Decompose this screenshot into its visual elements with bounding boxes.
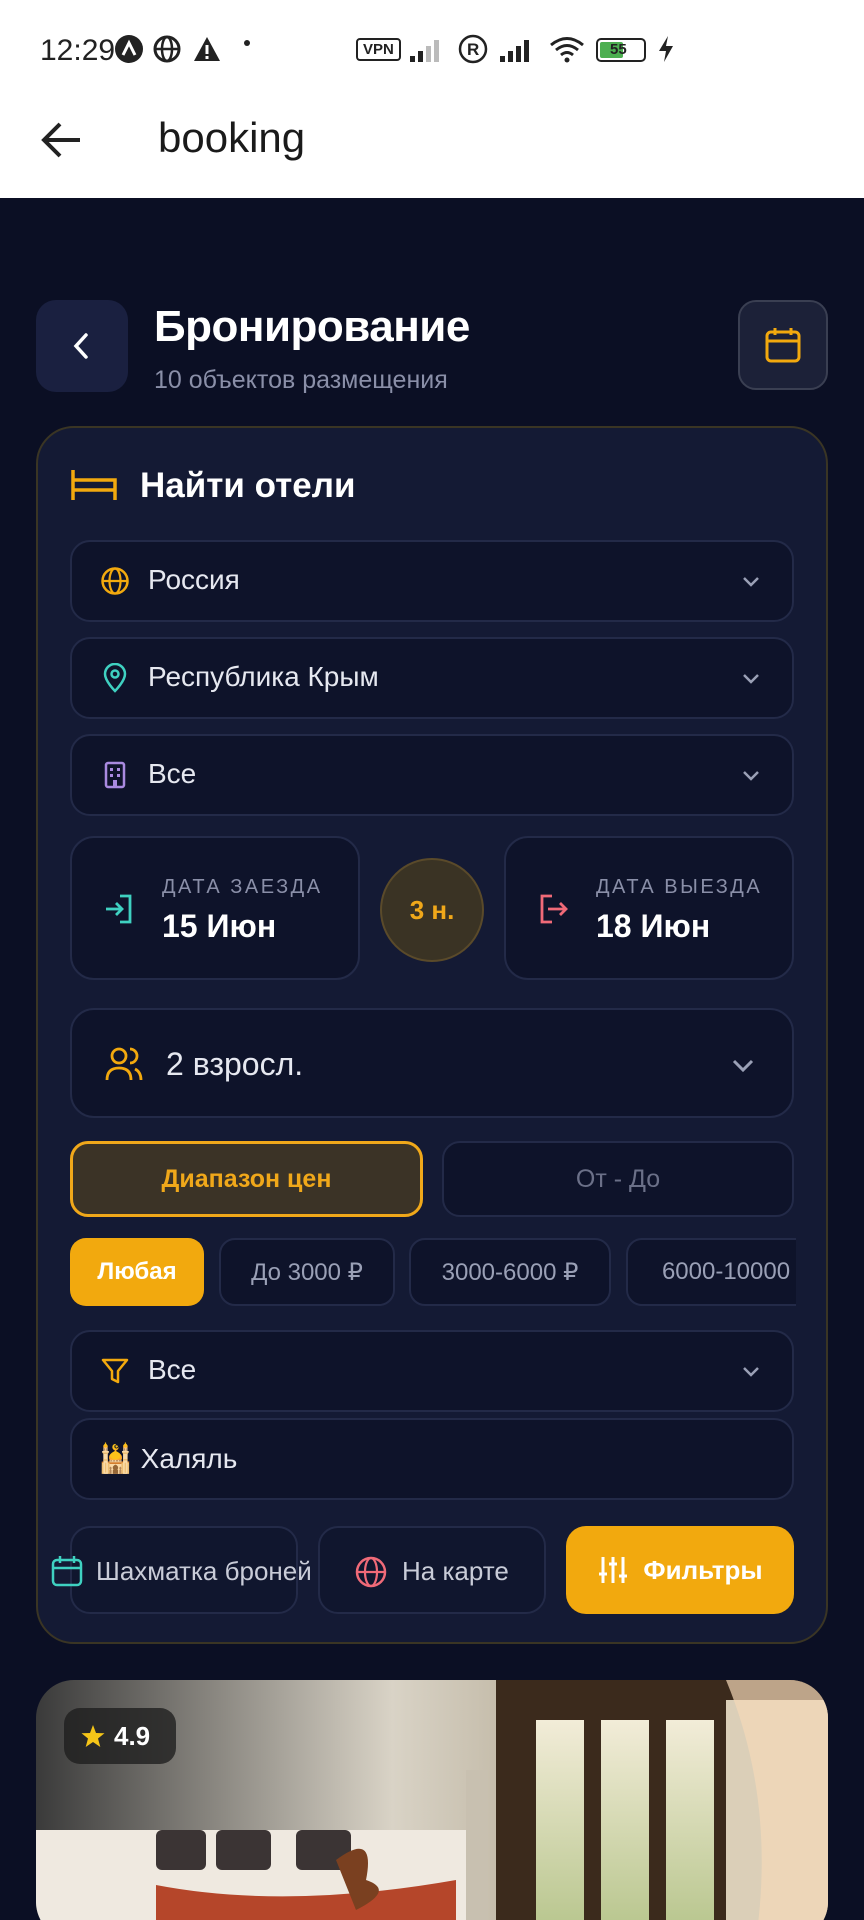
chevron-down-icon: [743, 771, 759, 781]
back-arrow-icon[interactable]: [38, 116, 86, 164]
calendar-icon: [51, 1556, 83, 1587]
property-type-select[interactable]: Все: [70, 734, 794, 816]
region-value: Республика Крым: [148, 661, 379, 692]
checkout-date[interactable]: ДАТА ВЫЕЗДА 18 Июн: [504, 836, 794, 980]
map-button[interactable]: На карте: [318, 1526, 546, 1614]
price-from-to-tab[interactable]: От - До: [442, 1141, 794, 1217]
chevron-down-icon: [743, 577, 759, 587]
vpn-badge: VPN: [356, 38, 401, 61]
category-value: Все: [148, 1354, 197, 1385]
chevron-left-icon: [73, 333, 88, 359]
checkout-label: ДАТА ВЫЕЗДА: [596, 876, 763, 898]
rating-badge: 4.9: [64, 1708, 176, 1764]
signal-weak-icon: [410, 40, 439, 62]
building-icon: [104, 761, 126, 789]
search-title: Найти отели: [140, 466, 356, 505]
globe-icon: [153, 35, 181, 63]
chevron-down-icon: [743, 1367, 759, 1377]
price-chip-3000-6000[interactable]: 3000-6000 ₽: [409, 1238, 611, 1306]
app-bar: booking: [0, 100, 864, 198]
charging-icon: [659, 36, 673, 62]
bed-icon: [71, 470, 117, 500]
app-title: booking: [158, 114, 306, 161]
filters-label: Фильтры: [643, 1554, 763, 1585]
map-label: На карте: [402, 1556, 509, 1586]
login-arrow-icon: [106, 894, 132, 924]
calendar-button[interactable]: [738, 300, 828, 390]
halal-label: 🕌 Халяль: [98, 1443, 238, 1474]
status-bar: 12:29 VPN R 55: [0, 0, 864, 100]
calendar-icon: [765, 328, 801, 363]
warning-icon: [194, 37, 220, 61]
category-select[interactable]: Все: [70, 1330, 794, 1412]
location-pin-icon: [103, 663, 127, 693]
logout-arrow-icon: [540, 894, 568, 924]
price-chip-any[interactable]: Любая: [70, 1238, 204, 1306]
checkout-value: 18 Июн: [596, 908, 711, 944]
guests-select[interactable]: 2 взросл.: [70, 1008, 794, 1118]
nights-badge: 3 н.: [380, 858, 484, 962]
battery-icon: 55: [596, 38, 646, 62]
price-chip-under-3000[interactable]: До 3000 ₽: [219, 1238, 395, 1306]
guests-value: 2 взросл.: [166, 1046, 304, 1082]
back-button[interactable]: [36, 300, 128, 392]
chess-board-label: Шахматка броней: [96, 1556, 312, 1586]
halal-toggle[interactable]: 🕌 Халяль: [70, 1418, 794, 1500]
app-notification-icon: [115, 35, 143, 63]
checkin-value: 15 Июн: [162, 908, 277, 944]
star-icon: [81, 1725, 105, 1747]
price-chip-6000-10000[interactable]: 6000-10000: [626, 1238, 796, 1306]
users-icon: [105, 1047, 143, 1081]
region-select[interactable]: Республика Крым: [70, 637, 794, 719]
globe-icon: [101, 567, 129, 595]
chess-board-button[interactable]: Шахматка броней: [51, 1526, 312, 1614]
wifi-icon: [550, 37, 584, 63]
price-range-tab[interactable]: Диапазон цен: [70, 1141, 423, 1217]
svg-text:R: R: [467, 40, 479, 59]
page-title: Бронирование: [154, 302, 470, 351]
battery-level: 55: [610, 41, 627, 58]
property-type-value: Все: [148, 758, 197, 789]
status-time: 12:29: [40, 34, 116, 67]
checkin-label: ДАТА ЗАЕЗДА: [162, 876, 323, 898]
dot-icon: [244, 40, 250, 46]
filters-button[interactable]: Фильтры: [566, 1526, 794, 1614]
chevron-down-icon: [743, 674, 759, 684]
page-subtitle: 10 объектов размещения: [154, 366, 448, 394]
roaming-icon: R: [458, 34, 488, 64]
signal-strong-icon: [500, 40, 529, 62]
sliders-icon: [599, 1557, 628, 1583]
country-value: Россия: [148, 564, 240, 595]
rating-value: 4.9: [114, 1720, 151, 1751]
chevron-down-icon: [732, 1059, 754, 1073]
globe-icon: [355, 1556, 387, 1588]
price-chips: Любая До 3000 ₽ 3000-6000 ₽ 6000-10000: [70, 1238, 796, 1308]
checkin-date[interactable]: ДАТА ЗАЕЗДА 15 Июн: [70, 836, 360, 980]
country-select[interactable]: Россия: [70, 540, 794, 622]
filter-icon: [101, 1358, 129, 1384]
